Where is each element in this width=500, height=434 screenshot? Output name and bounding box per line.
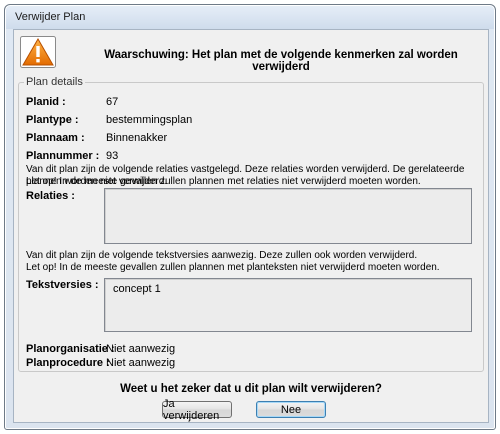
dialog-window: Verwijder Plan Waarschuwing: Het plan me… — [4, 4, 496, 430]
planprocedure-value: Niet aanwezig — [106, 357, 176, 369]
tekstversie-item[interactable]: concept 1 — [113, 283, 161, 295]
plannaam-value: Binnenakker — [106, 132, 168, 144]
plan-details-label: Plan details — [24, 76, 85, 88]
plannummer-label: Plannummer : — [26, 150, 100, 162]
yes-delete-button[interactable]: Ja verwijderen — [162, 398, 232, 422]
plannaam-label: Plannaam : — [26, 132, 85, 144]
tekstversies-info-line2: Let op! In de meeste gevallen zullen pla… — [26, 262, 440, 273]
warning-message: Waarschuwing: Het plan met de volgende k… — [104, 49, 458, 73]
planorganisatie-label: Planorganisatie : — [26, 343, 115, 355]
planid-label: Planid : — [26, 96, 66, 108]
dialog-client-area: Waarschuwing: Het plan met de volgende k… — [13, 29, 489, 423]
no-button[interactable]: Nee — [256, 401, 326, 418]
relaties-info-line2: Let op! In de meeste gevallen zullen pla… — [26, 176, 421, 187]
relaties-list[interactable] — [104, 188, 472, 244]
tekstversies-label: Tekstversies : — [26, 279, 99, 291]
tekstversies-list[interactable]: concept 1 — [104, 278, 472, 332]
planorganisatie-value: Niet aanwezig — [106, 343, 176, 355]
planprocedure-label: Planprocedure : — [26, 357, 110, 369]
confirm-question: Weet u het zeker dat u dit plan wilt ver… — [120, 383, 382, 395]
plannummer-value: 93 — [106, 150, 119, 162]
window-title: Verwijder Plan — [15, 11, 86, 23]
plantype-value: bestemmingsplan — [106, 114, 193, 126]
planid-value: 67 — [106, 96, 119, 108]
relaties-label: Relaties : — [26, 190, 75, 202]
plantype-label: Plantype : — [26, 114, 79, 126]
tekstversies-info-line1: Van dit plan zijn de volgende tekstversi… — [26, 250, 418, 261]
